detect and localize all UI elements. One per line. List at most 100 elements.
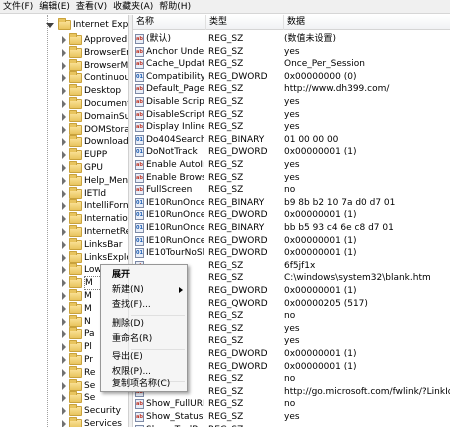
expand-arrow-icon[interactable] bbox=[62, 48, 66, 57]
string-value-icon: ab bbox=[135, 109, 144, 120]
menu-item-new[interactable]: 新建(N) bbox=[103, 283, 187, 298]
folder-icon bbox=[69, 404, 82, 417]
folder-icon bbox=[69, 263, 82, 276]
registry-value-row[interactable]: abShow_ToolBarREG_SZyes bbox=[133, 423, 450, 427]
menu-item-find[interactable]: 查找(F)... bbox=[103, 298, 187, 313]
folder-icon bbox=[69, 237, 82, 250]
menu-file[interactable]: 文件(F) bbox=[0, 0, 36, 14]
binary-value-icon: 01 bbox=[135, 235, 144, 246]
value-name: Show_ToolBar bbox=[146, 423, 204, 427]
expand-arrow-icon[interactable] bbox=[62, 74, 66, 83]
binary-value-icon: 01 bbox=[135, 147, 144, 158]
expand-arrow-icon[interactable] bbox=[62, 112, 66, 121]
tree-item-root[interactable]: Internet Explo bbox=[0, 18, 128, 32]
folder-icon bbox=[69, 186, 82, 199]
submenu-arrow-icon bbox=[179, 287, 183, 293]
expand-arrow-icon[interactable] bbox=[62, 36, 66, 44]
expand-arrow-icon[interactable] bbox=[62, 228, 66, 236]
value-type: REG_SZ bbox=[208, 423, 282, 427]
expand-arrow-icon[interactable] bbox=[62, 176, 66, 185]
expand-arrow-icon[interactable] bbox=[62, 330, 66, 339]
menu-separator bbox=[131, 315, 185, 316]
folder-icon bbox=[58, 18, 71, 30]
folder-icon bbox=[69, 84, 82, 97]
value-data: yes bbox=[284, 423, 450, 427]
expand-arrow-icon[interactable] bbox=[62, 368, 66, 377]
expand-arrow-icon[interactable] bbox=[62, 317, 66, 326]
string-value-icon: ab bbox=[135, 122, 144, 133]
folder-icon bbox=[69, 365, 82, 378]
expand-arrow-icon[interactable] bbox=[62, 240, 66, 249]
list-header: 名称 类型 数据 bbox=[133, 15, 450, 30]
column-header-name[interactable]: 名称 bbox=[133, 15, 206, 30]
menu-item-rename[interactable]: 重命名(R) bbox=[103, 332, 187, 347]
menu-edit[interactable]: 编辑(E) bbox=[36, 0, 73, 14]
expand-arrow-icon[interactable] bbox=[62, 87, 66, 96]
expand-arrow-icon[interactable] bbox=[62, 356, 66, 364]
expand-arrow-icon[interactable] bbox=[62, 215, 66, 224]
expand-arrow-icon[interactable] bbox=[62, 394, 66, 403]
folder-icon bbox=[69, 327, 82, 340]
folder-icon bbox=[69, 199, 82, 212]
context-menu: 展开 新建(N) 查找(F)... 删除(D) 重命名(R) 导出(E) 权限(… bbox=[100, 264, 188, 392]
string-value-icon: ab bbox=[135, 172, 144, 183]
expand-arrow-icon[interactable] bbox=[62, 343, 66, 352]
expand-arrow-icon[interactable] bbox=[62, 381, 66, 390]
expand-arrow-icon[interactable] bbox=[62, 151, 66, 160]
folder-icon bbox=[69, 212, 82, 225]
menu-help[interactable]: 帮助(H) bbox=[156, 0, 194, 14]
folder-icon bbox=[69, 97, 82, 109]
folder-icon bbox=[69, 289, 82, 301]
string-value-icon: ab bbox=[135, 185, 144, 196]
folder-icon bbox=[69, 225, 82, 237]
expand-arrow-icon[interactable] bbox=[62, 266, 66, 275]
string-value-icon: ab bbox=[135, 34, 144, 44]
string-value-icon: ab bbox=[135, 160, 144, 170]
folder-icon bbox=[69, 161, 82, 173]
column-header-type[interactable]: 类型 bbox=[206, 15, 284, 30]
binary-value-icon: 01 bbox=[135, 248, 144, 259]
menu-view[interactable]: 查看(V) bbox=[73, 0, 110, 14]
expand-arrow-icon[interactable] bbox=[62, 100, 66, 108]
folder-icon bbox=[69, 301, 82, 314]
menu-favorites[interactable]: 收藏夹(A) bbox=[110, 0, 156, 14]
string-value-icon: ab bbox=[135, 399, 144, 410]
tree-item[interactable]: Services bbox=[0, 417, 128, 427]
expand-arrow-icon[interactable] bbox=[62, 420, 66, 427]
folder-icon bbox=[69, 33, 82, 45]
menu-item-delete[interactable]: 删除(D) bbox=[103, 317, 187, 332]
menu-item-expand[interactable]: 展开 bbox=[103, 268, 187, 283]
expand-arrow-icon[interactable] bbox=[62, 202, 66, 211]
binary-value-icon: 01 bbox=[135, 71, 144, 82]
expand-arrow-icon[interactable] bbox=[62, 292, 66, 300]
folder-icon bbox=[69, 314, 82, 327]
expand-arrow-icon[interactable] bbox=[46, 23, 54, 28]
column-header-data[interactable]: 数据 bbox=[284, 15, 450, 30]
expand-arrow-icon[interactable] bbox=[62, 407, 66, 416]
menu-item-copy-key-name[interactable]: 复制项名称(C) bbox=[103, 377, 187, 392]
binary-value-icon: 01 bbox=[135, 223, 144, 233]
folder-icon bbox=[69, 45, 82, 58]
expand-arrow-icon[interactable] bbox=[62, 304, 66, 313]
expand-arrow-icon[interactable] bbox=[62, 61, 66, 70]
expand-arrow-icon[interactable] bbox=[62, 279, 66, 288]
expand-arrow-icon[interactable] bbox=[62, 164, 66, 172]
binary-value-icon: 01 bbox=[135, 197, 144, 208]
folder-icon bbox=[69, 340, 82, 353]
binary-value-icon: 01 bbox=[135, 210, 144, 221]
string-value-icon: ab bbox=[135, 46, 144, 57]
expand-arrow-icon[interactable] bbox=[62, 189, 66, 198]
expand-arrow-icon[interactable] bbox=[62, 138, 66, 147]
menu-item-new-label: 新建(N) bbox=[112, 285, 144, 295]
expand-arrow-icon[interactable] bbox=[62, 253, 66, 262]
binary-value-icon: 01 bbox=[135, 134, 144, 145]
folder-icon bbox=[69, 250, 82, 263]
tree-item-label: Services bbox=[84, 419, 122, 427]
folder-icon bbox=[69, 58, 82, 71]
folder-icon bbox=[69, 71, 82, 84]
folder-icon bbox=[69, 148, 82, 161]
string-value-icon: ab bbox=[135, 97, 144, 107]
expand-arrow-icon[interactable] bbox=[62, 125, 66, 134]
menu-item-export[interactable]: 导出(E) bbox=[103, 350, 187, 365]
folder-icon bbox=[69, 417, 82, 427]
